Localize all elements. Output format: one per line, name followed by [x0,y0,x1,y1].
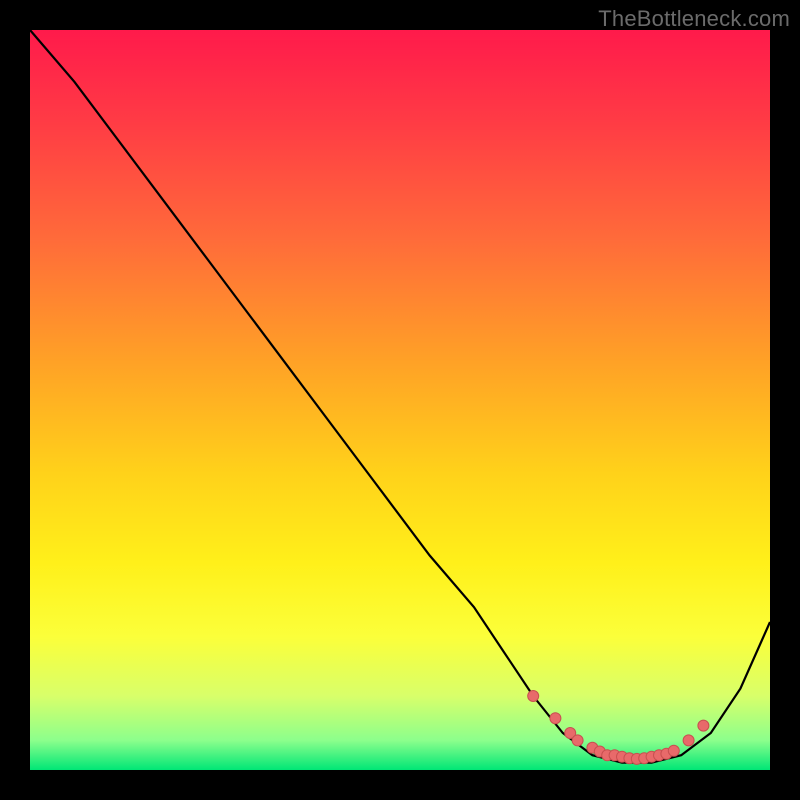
watermark-text: TheBottleneck.com [598,6,790,32]
marker-dot [528,691,539,702]
marker-dot [683,735,694,746]
marker-dot [550,713,561,724]
chart-svg [30,30,770,770]
bottleneck-curve [30,30,770,763]
chart-frame: TheBottleneck.com [0,0,800,800]
marker-dots [528,691,709,765]
marker-dot [698,720,709,731]
marker-dot [572,735,583,746]
marker-dot [668,745,679,756]
